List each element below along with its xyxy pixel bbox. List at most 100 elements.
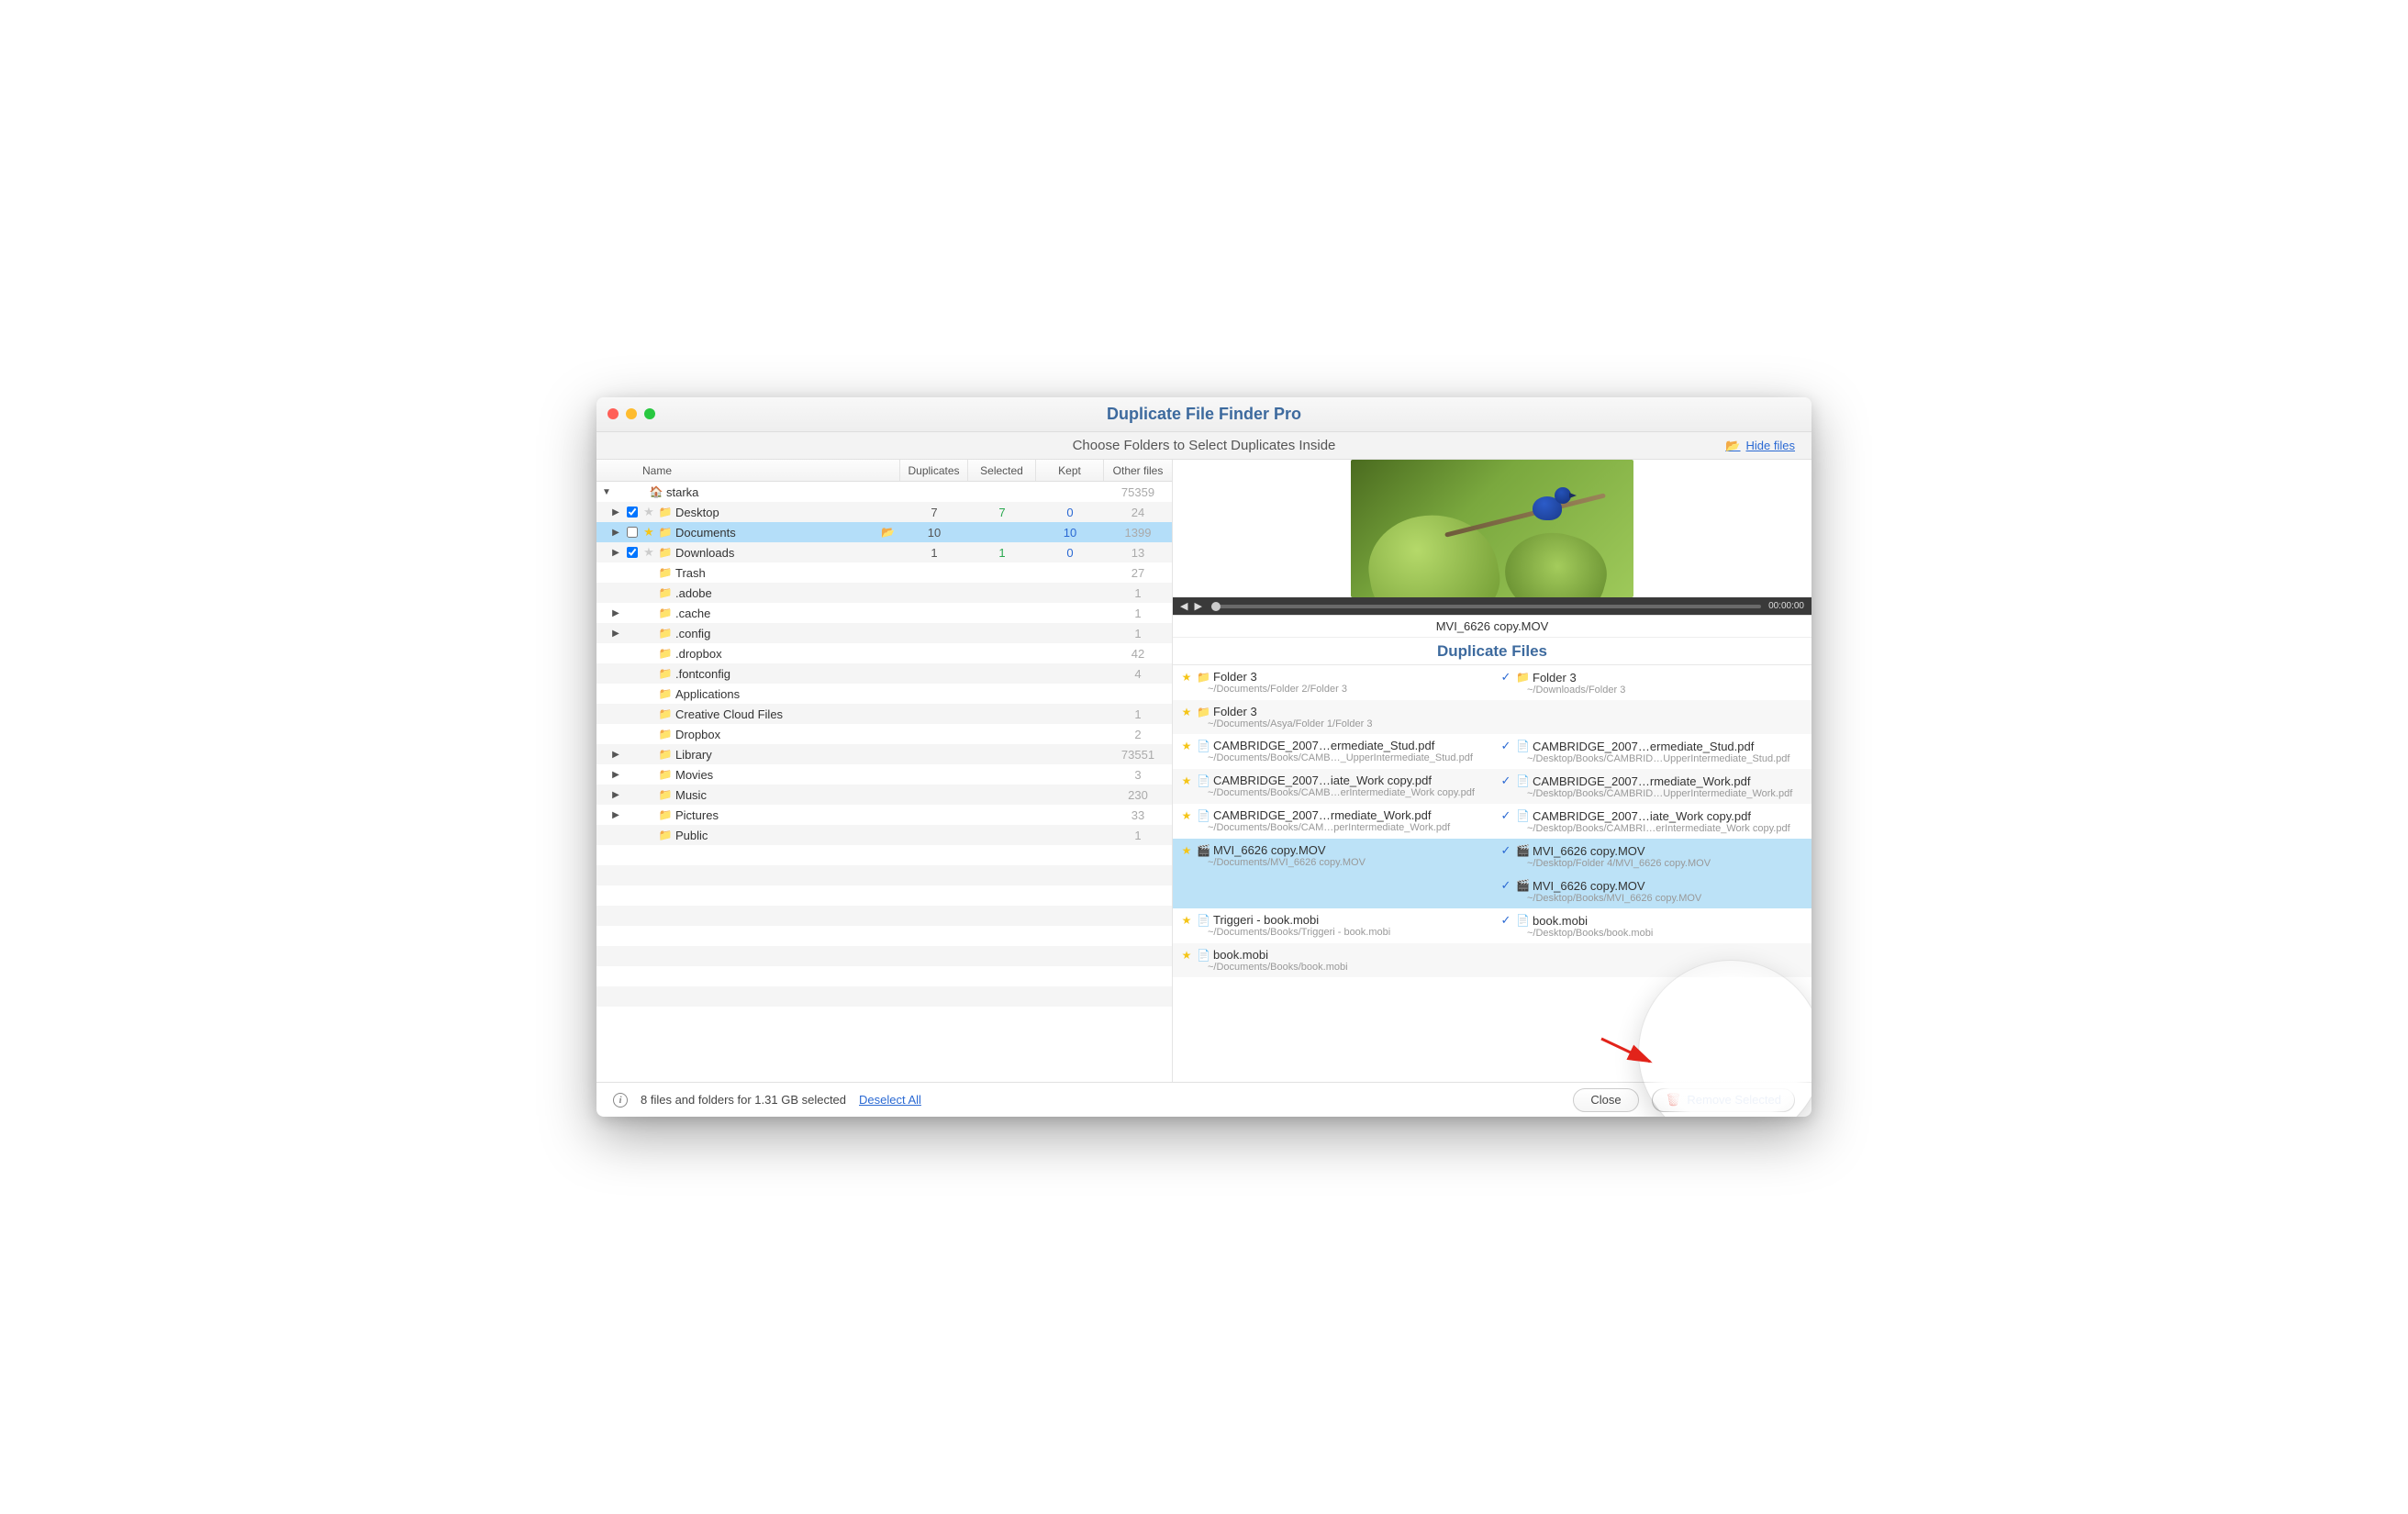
disclosure-triangle-icon[interactable]: ▶ — [608, 770, 624, 780]
duplicate-cell[interactable]: ★📁Folder 3~/Documents/Folder 2/Folder 3 — [1173, 665, 1492, 700]
keep-star-icon[interactable]: ★ — [1180, 774, 1193, 787]
tree-row[interactable]: ▶📁.cache1 — [596, 603, 1172, 623]
duplicate-cell[interactable]: ★📁Folder 3~/Documents/Asya/Folder 1/Fold… — [1173, 700, 1492, 734]
tree-row[interactable] — [596, 906, 1172, 926]
folder-checkbox[interactable] — [627, 547, 638, 558]
close-window-button[interactable] — [608, 408, 619, 419]
tree-row[interactable] — [596, 865, 1172, 885]
keep-star-icon[interactable]: ★ — [1180, 914, 1193, 927]
tree-row[interactable]: ▶📁Creative Cloud Files1 — [596, 704, 1172, 724]
keep-star-icon[interactable]: ★ — [1180, 706, 1193, 718]
keep-star-icon[interactable]: ★ — [1180, 671, 1193, 684]
favorite-star-icon[interactable]: ★ — [641, 525, 657, 540]
duplicate-row[interactable]: ★📄CAMBRIDGE_2007…ermediate_Stud.pdf~/Doc… — [1173, 734, 1812, 769]
tree-row[interactable] — [596, 946, 1172, 966]
tree-row[interactable] — [596, 986, 1172, 1007]
disclosure-triangle-icon[interactable]: ▼ — [598, 487, 615, 497]
tree-row[interactable]: ▶★📁Downloads11013 — [596, 542, 1172, 562]
remove-selected-button[interactable]: 🗑 Remove Selected — [1652, 1088, 1795, 1112]
tree-row[interactable]: ▶📁Dropbox2 — [596, 724, 1172, 744]
duplicate-cell[interactable] — [1492, 943, 1812, 977]
disclosure-triangle-icon[interactable]: ▶ — [608, 750, 624, 760]
folder-tree[interactable]: ▼🏠starka75359▶★📁Desktop77024▶★📁Documents… — [596, 482, 1172, 1082]
duplicate-row[interactable]: ★📄book.mobi~/Documents/Books/book.mobi — [1173, 943, 1812, 977]
keep-star-icon[interactable]: ★ — [1180, 949, 1193, 962]
duplicate-cell[interactable]: ★📄CAMBRIDGE_2007…iate_Work copy.pdf~/Doc… — [1173, 769, 1492, 804]
folder-checkbox[interactable] — [627, 507, 638, 518]
disclosure-triangle-icon[interactable]: ▶ — [608, 629, 624, 639]
keep-star-icon[interactable]: ★ — [1180, 844, 1193, 857]
duplicate-cell[interactable]: ✓🎬MVI_6626 copy.MOV~/Desktop/Folder 4/MV… — [1492, 839, 1812, 874]
tree-row[interactable]: ▶📁Music230 — [596, 785, 1172, 805]
tree-row[interactable]: ▶★📁Desktop77024 — [596, 502, 1172, 522]
favorite-star-icon[interactable]: ★ — [641, 545, 657, 560]
select-check-icon[interactable]: ✓ — [1499, 808, 1512, 823]
duplicate-cell[interactable]: ✓🎬MVI_6626 copy.MOV~/Desktop/Books/MVI_6… — [1492, 874, 1812, 908]
video-controls[interactable]: ◀ ▶ 00:00:00 — [1173, 597, 1812, 615]
folder-checkbox[interactable] — [627, 527, 638, 538]
select-check-icon[interactable]: ✓ — [1499, 913, 1512, 928]
col-other[interactable]: Other files — [1104, 460, 1172, 481]
duplicate-cell[interactable]: ✓📄book.mobi~/Desktop/Books/book.mobi — [1492, 908, 1812, 943]
disclosure-triangle-icon[interactable]: ▶ — [608, 507, 624, 518]
tree-row[interactable]: ▶📁Movies3 — [596, 764, 1172, 785]
tree-row[interactable] — [596, 966, 1172, 986]
tree-row[interactable]: ▶📁.dropbox42 — [596, 643, 1172, 663]
disclosure-triangle-icon[interactable]: ▶ — [608, 528, 624, 538]
tree-row[interactable]: ▶📁.fontconfig4 — [596, 663, 1172, 684]
disclosure-triangle-icon[interactable]: ▶ — [608, 548, 624, 558]
tree-row[interactable]: ▶★📁Documents📂10101399 — [596, 522, 1172, 542]
deselect-all-link[interactable]: Deselect All — [859, 1093, 921, 1107]
duplicate-cell[interactable]: ✓📄CAMBRIDGE_2007…iate_Work copy.pdf~/Des… — [1492, 804, 1812, 839]
tree-row[interactable]: ▶📁.adobe1 — [596, 583, 1172, 603]
tree-row[interactable]: ▶📁Library73551 — [596, 744, 1172, 764]
tree-row[interactable] — [596, 845, 1172, 865]
duplicate-cell[interactable]: ★📄Triggeri - book.mobi~/Documents/Books/… — [1173, 908, 1492, 943]
info-icon[interactable]: i — [613, 1093, 628, 1108]
duplicate-row[interactable]: ★📄Triggeri - book.mobi~/Documents/Books/… — [1173, 908, 1812, 943]
duplicate-cell[interactable]: ★📄CAMBRIDGE_2007…rmediate_Work.pdf~/Docu… — [1173, 804, 1492, 839]
disclosure-triangle-icon[interactable]: ▶ — [608, 810, 624, 820]
select-check-icon[interactable]: ✓ — [1499, 878, 1512, 893]
duplicate-cell[interactable]: ✓📁Folder 3~/Downloads/Folder 3 — [1492, 665, 1812, 700]
minimize-window-button[interactable] — [626, 408, 637, 419]
duplicate-row[interactable]: ★🎬MVI_6626 copy.MOV~/Documents/MVI_6626 … — [1173, 839, 1812, 874]
tree-row[interactable] — [596, 885, 1172, 906]
duplicate-cell[interactable]: ★📄CAMBRIDGE_2007…ermediate_Stud.pdf~/Doc… — [1173, 734, 1492, 769]
duplicate-cell[interactable] — [1173, 874, 1492, 908]
disclosure-triangle-icon[interactable]: ▶ — [608, 790, 624, 800]
tree-row[interactable]: ▼🏠starka75359 — [596, 482, 1172, 502]
tree-row[interactable]: ▶📁Trash27 — [596, 562, 1172, 583]
prev-play-icon[interactable]: ◀ ▶ — [1180, 600, 1204, 612]
duplicate-row[interactable]: ★📄CAMBRIDGE_2007…iate_Work copy.pdf~/Doc… — [1173, 769, 1812, 804]
duplicate-cell[interactable]: ★📄book.mobi~/Documents/Books/book.mobi — [1173, 943, 1492, 977]
seek-bar[interactable] — [1211, 605, 1761, 608]
tree-row[interactable] — [596, 926, 1172, 946]
duplicate-files-list[interactable]: ★📁Folder 3~/Documents/Folder 2/Folder 3✓… — [1173, 665, 1812, 1082]
select-check-icon[interactable]: ✓ — [1499, 739, 1512, 753]
col-name[interactable]: Name — [596, 460, 900, 481]
duplicate-row[interactable]: ★📁Folder 3~/Documents/Asya/Folder 1/Fold… — [1173, 700, 1812, 734]
col-selected[interactable]: Selected — [968, 460, 1036, 481]
tree-row[interactable]: ▶📁Public1 — [596, 825, 1172, 845]
duplicate-cell[interactable] — [1492, 700, 1812, 734]
duplicate-cell[interactable]: ★🎬MVI_6626 copy.MOV~/Documents/MVI_6626 … — [1173, 839, 1492, 874]
duplicate-cell[interactable]: ✓📄CAMBRIDGE_2007…ermediate_Stud.pdf~/Des… — [1492, 734, 1812, 769]
duplicate-cell[interactable]: ✓📄CAMBRIDGE_2007…rmediate_Work.pdf~/Desk… — [1492, 769, 1812, 804]
hide-files-link[interactable]: 📂 Hide files — [1725, 439, 1795, 453]
close-button[interactable]: Close — [1573, 1088, 1638, 1112]
keep-star-icon[interactable]: ★ — [1180, 740, 1193, 752]
keep-star-icon[interactable]: ★ — [1180, 809, 1193, 822]
disclosure-triangle-icon[interactable]: ▶ — [608, 608, 624, 618]
tree-row[interactable]: ▶📁.config1 — [596, 623, 1172, 643]
col-kept[interactable]: Kept — [1036, 460, 1104, 481]
tree-row[interactable]: ▶📁Applications — [596, 684, 1172, 704]
duplicate-row[interactable]: ★📄CAMBRIDGE_2007…rmediate_Work.pdf~/Docu… — [1173, 804, 1812, 839]
duplicate-row[interactable]: ✓🎬MVI_6626 copy.MOV~/Desktop/Books/MVI_6… — [1173, 874, 1812, 908]
duplicate-row[interactable]: ★📁Folder 3~/Documents/Folder 2/Folder 3✓… — [1173, 665, 1812, 700]
tree-row[interactable] — [596, 1007, 1172, 1027]
col-duplicates[interactable]: Duplicates — [900, 460, 968, 481]
zoom-window-button[interactable] — [644, 408, 655, 419]
select-check-icon[interactable]: ✓ — [1499, 843, 1512, 858]
select-check-icon[interactable]: ✓ — [1499, 774, 1512, 788]
